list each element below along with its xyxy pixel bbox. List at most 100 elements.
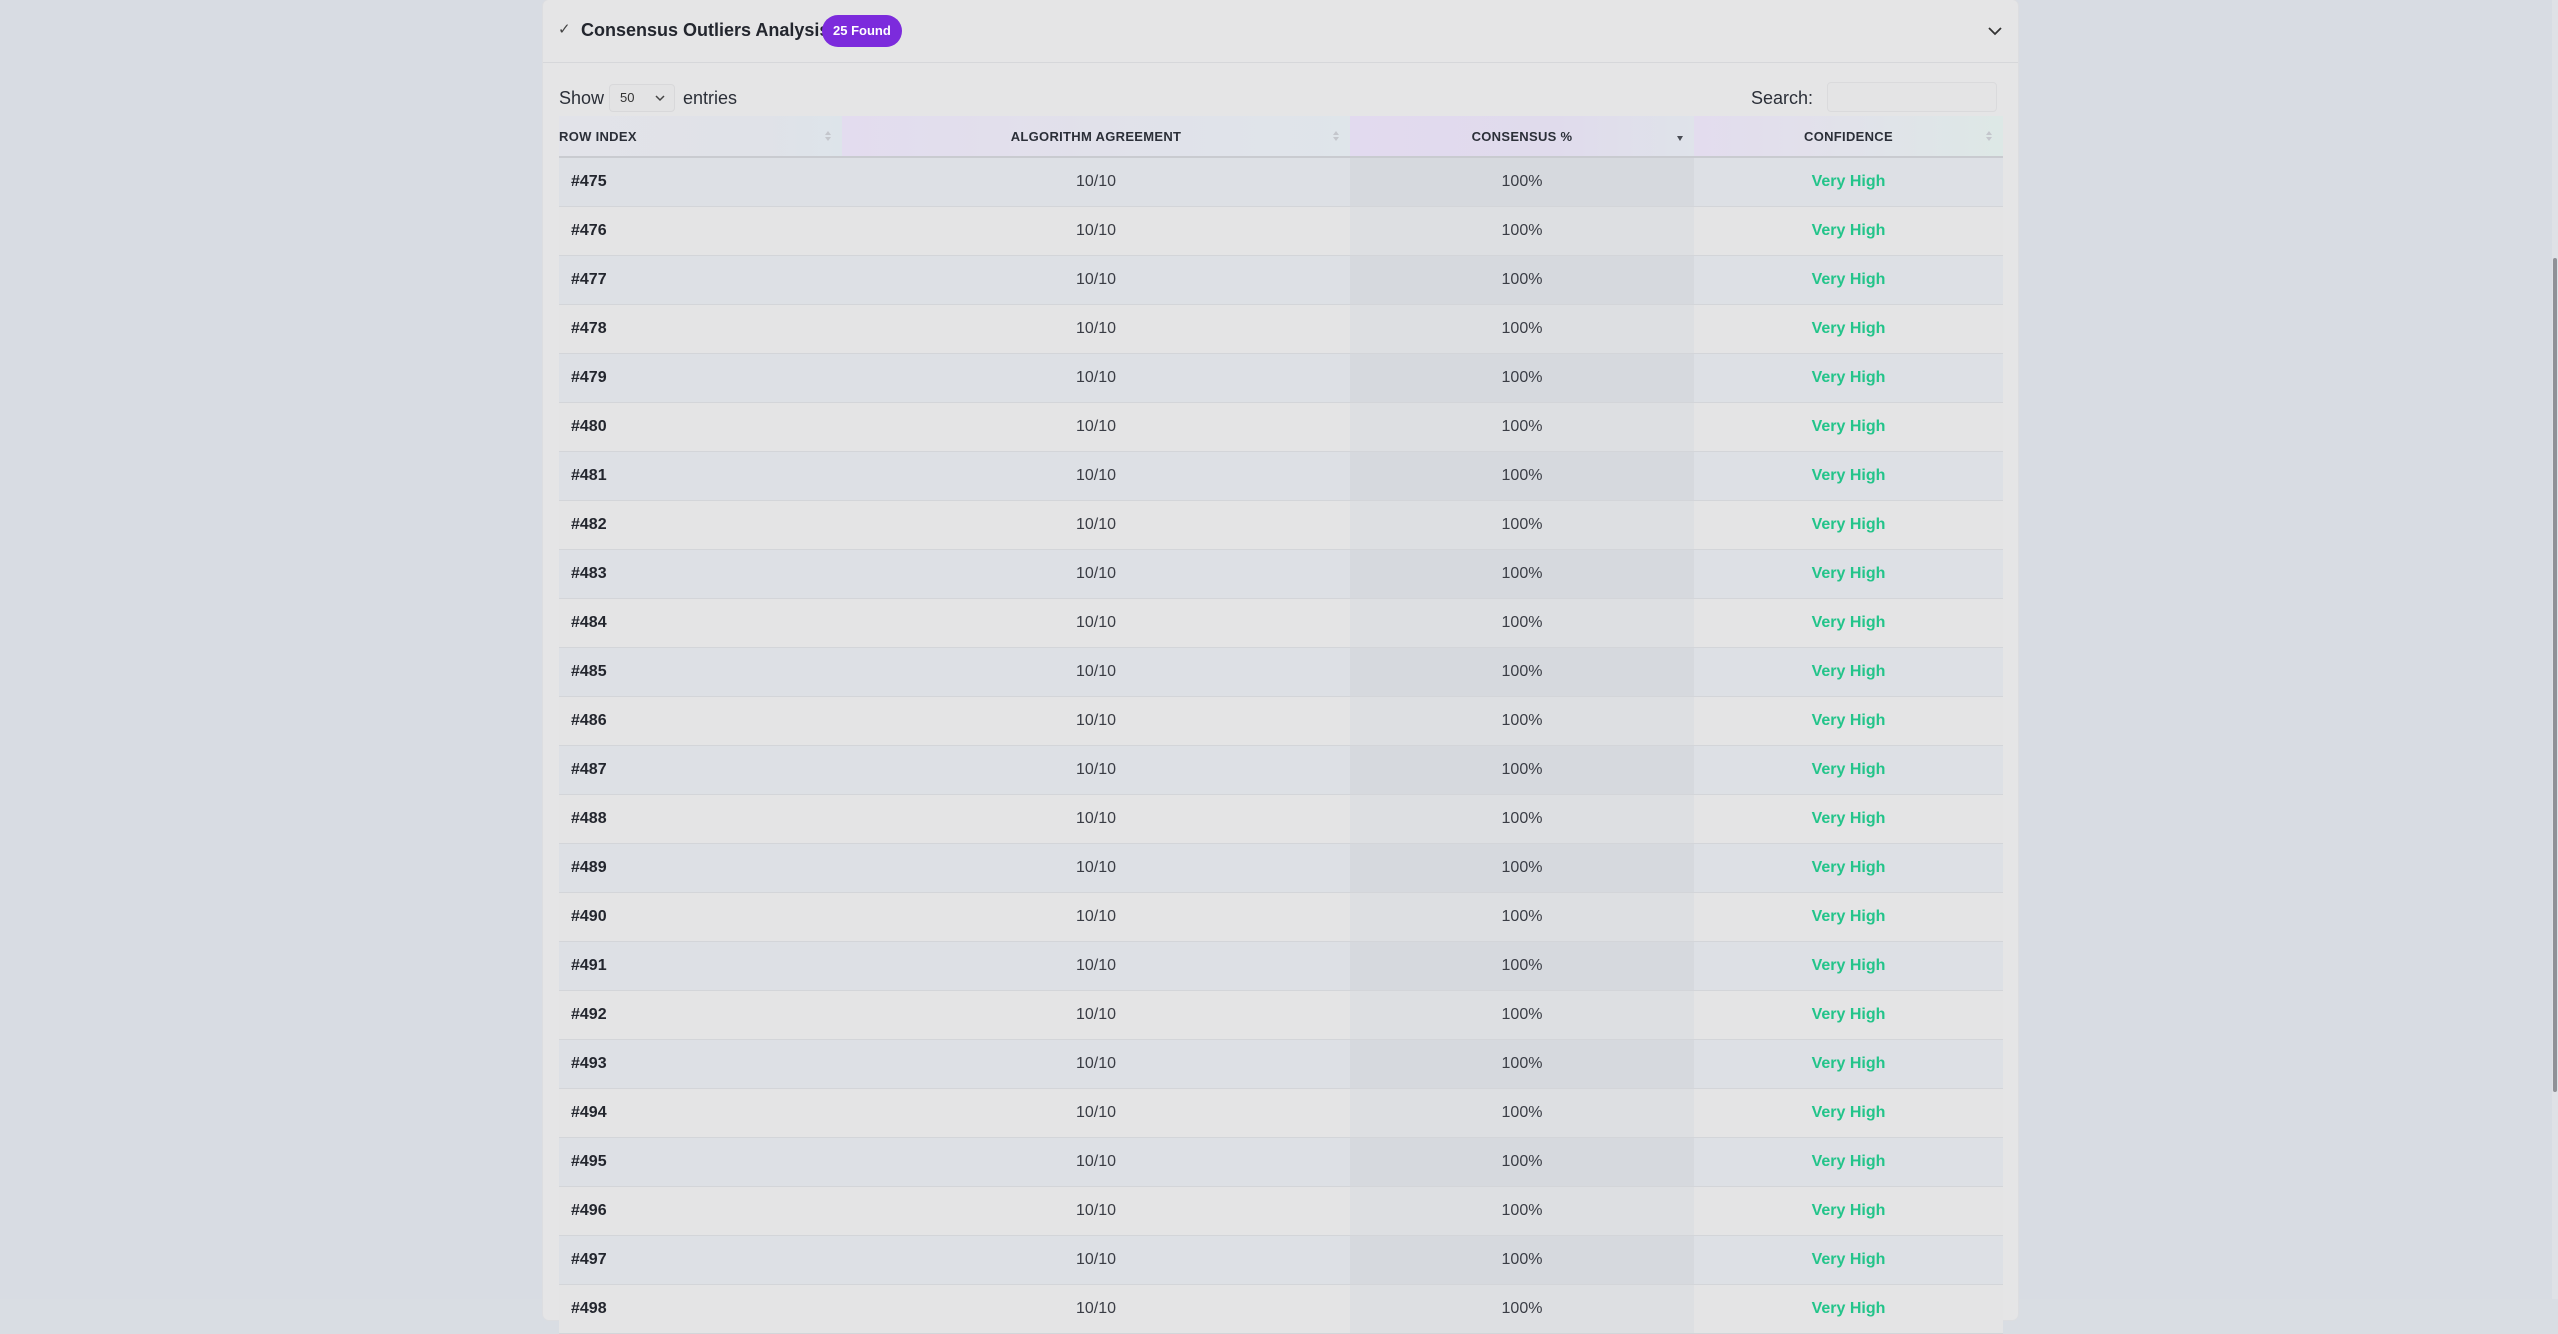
confidence-cell: Very High [1694, 1137, 2003, 1187]
algorithm-agreement-cell: 10/10 [842, 353, 1350, 403]
algorithm-agreement-cell: 10/10 [842, 1039, 1350, 1089]
confidence-cell: Very High [1694, 1088, 2003, 1138]
confidence-cell: Very High [1694, 206, 2003, 256]
table-row[interactable]: #495 10/10 100% Very High [559, 1137, 2003, 1187]
table-row[interactable]: #485 10/10 100% Very High [559, 647, 2003, 697]
search-input[interactable] [1827, 82, 1997, 112]
row-index-cell: #497 [559, 1235, 842, 1285]
confidence-cell: Very High [1694, 1186, 2003, 1236]
row-index-cell: #486 [559, 696, 842, 746]
table-row[interactable]: #489 10/10 100% Very High [559, 843, 2003, 893]
table-row[interactable]: #498 10/10 100% Very High [559, 1284, 2003, 1334]
table-row[interactable]: #475 10/10 100% Very High [559, 157, 2003, 207]
column-header-row-index[interactable]: ROW INDEX [559, 116, 842, 158]
consensus-cell: 100% [1350, 1235, 1694, 1285]
show-label: Show [559, 88, 605, 108]
algorithm-agreement-cell: 10/10 [842, 206, 1350, 256]
consensus-cell: 100% [1350, 255, 1694, 305]
table-row[interactable]: #482 10/10 100% Very High [559, 500, 2003, 550]
table-row[interactable]: #493 10/10 100% Very High [559, 1039, 2003, 1089]
row-index-cell: #491 [559, 941, 842, 991]
confidence-cell: Very High [1694, 892, 2003, 942]
consensus-cell: 100% [1350, 990, 1694, 1040]
table-row[interactable]: #479 10/10 100% Very High [559, 353, 2003, 403]
column-header-label: ROW INDEX [559, 128, 637, 144]
section-title: Consensus Outliers Analysis [581, 20, 830, 40]
algorithm-agreement-cell: 10/10 [842, 696, 1350, 746]
scrollbar-thumb[interactable] [2553, 258, 2557, 1092]
column-header-algorithm-agreement[interactable]: ALGORITHM AGREEMENT [842, 116, 1350, 158]
confidence-cell: Very High [1694, 794, 2003, 844]
row-index-cell: #483 [559, 549, 842, 599]
row-index-cell: #488 [559, 794, 842, 844]
consensus-cell: 100% [1350, 1088, 1694, 1138]
consensus-cell: 100% [1350, 745, 1694, 795]
confidence-cell: Very High [1694, 745, 2003, 795]
table-row[interactable]: #488 10/10 100% Very High [559, 794, 2003, 844]
table-row[interactable]: #494 10/10 100% Very High [559, 1088, 2003, 1138]
chevron-down-icon[interactable] [1985, 21, 2005, 41]
table-header-row: ROW INDEX ALGORITHM AGREEMENT CONSENSUS … [559, 116, 2003, 158]
algorithm-agreement-cell: 10/10 [842, 1137, 1350, 1187]
entries-select[interactable]: 50 [609, 84, 675, 112]
row-index-cell: #479 [559, 353, 842, 403]
consensus-cell: 100% [1350, 549, 1694, 599]
algorithm-agreement-cell: 10/10 [842, 794, 1350, 844]
table-row[interactable]: #478 10/10 100% Very High [559, 304, 2003, 354]
confidence-cell: Very High [1694, 598, 2003, 648]
consensus-cell: 100% [1350, 304, 1694, 354]
algorithm-agreement-cell: 10/10 [842, 892, 1350, 942]
entries-label: entries [683, 88, 738, 108]
consensus-cell: 100% [1350, 1186, 1694, 1236]
row-index-cell: #482 [559, 500, 842, 550]
row-index-cell: #493 [559, 1039, 842, 1089]
table-row[interactable]: #486 10/10 100% Very High [559, 696, 2003, 746]
algorithm-agreement-cell: 10/10 [842, 598, 1350, 648]
consensus-cell: 100% [1350, 402, 1694, 452]
table-controls: Show 50 entries Search: [559, 82, 2003, 114]
algorithm-agreement-cell: 10/10 [842, 1186, 1350, 1236]
entries-select-value: 50 [620, 90, 635, 105]
row-index-cell: #490 [559, 892, 842, 942]
confidence-cell: Very High [1694, 451, 2003, 501]
table-row[interactable]: #476 10/10 100% Very High [559, 206, 2003, 256]
row-index-cell: #480 [559, 402, 842, 452]
table-row[interactable]: #480 10/10 100% Very High [559, 402, 2003, 452]
consensus-cell: 100% [1350, 451, 1694, 501]
algorithm-agreement-cell: 10/10 [842, 255, 1350, 305]
confidence-cell: Very High [1694, 500, 2003, 550]
table-row[interactable]: #496 10/10 100% Very High [559, 1186, 2003, 1236]
algorithm-agreement-cell: 10/10 [842, 1088, 1350, 1138]
row-index-cell: #478 [559, 304, 842, 354]
consensus-cell: 100% [1350, 941, 1694, 991]
found-count-badge: 25 Found [822, 15, 902, 47]
column-header-consensus[interactable]: CONSENSUS % [1350, 116, 1694, 158]
algorithm-agreement-cell: 10/10 [842, 1235, 1350, 1285]
consensus-cell: 100% [1350, 353, 1694, 403]
table-row[interactable]: #491 10/10 100% Very High [559, 941, 2003, 991]
table-row[interactable]: #497 10/10 100% Very High [559, 1235, 2003, 1285]
table-row[interactable]: #481 10/10 100% Very High [559, 451, 2003, 501]
table-row[interactable]: #484 10/10 100% Very High [559, 598, 2003, 648]
consensus-outliers-card: ✓ Consensus Outliers Analysis 25 Found S… [543, 0, 2018, 1334]
column-header-confidence[interactable]: CONFIDENCE [1694, 116, 2003, 158]
card-header[interactable]: ✓ Consensus Outliers Analysis 25 Found [543, 0, 2018, 63]
table-row[interactable]: #490 10/10 100% Very High [559, 892, 2003, 942]
row-index-cell: #494 [559, 1088, 842, 1138]
consensus-cell: 100% [1350, 1039, 1694, 1089]
confidence-cell: Very High [1694, 1284, 2003, 1334]
confidence-cell: Very High [1694, 157, 2003, 207]
confidence-cell: Very High [1694, 353, 2003, 403]
confidence-cell: Very High [1694, 647, 2003, 697]
sort-descending-icon [1677, 136, 1683, 141]
table-row[interactable]: #483 10/10 100% Very High [559, 549, 2003, 599]
algorithm-agreement-cell: 10/10 [842, 843, 1350, 893]
column-header-label: CONSENSUS % [1471, 128, 1573, 144]
table-row[interactable]: #487 10/10 100% Very High [559, 745, 2003, 795]
sort-icon [825, 131, 831, 141]
confidence-cell: Very High [1694, 696, 2003, 746]
table-row[interactable]: #492 10/10 100% Very High [559, 990, 2003, 1040]
sort-icon [1986, 131, 1992, 141]
consensus-cell: 100% [1350, 206, 1694, 256]
table-row[interactable]: #477 10/10 100% Very High [559, 255, 2003, 305]
